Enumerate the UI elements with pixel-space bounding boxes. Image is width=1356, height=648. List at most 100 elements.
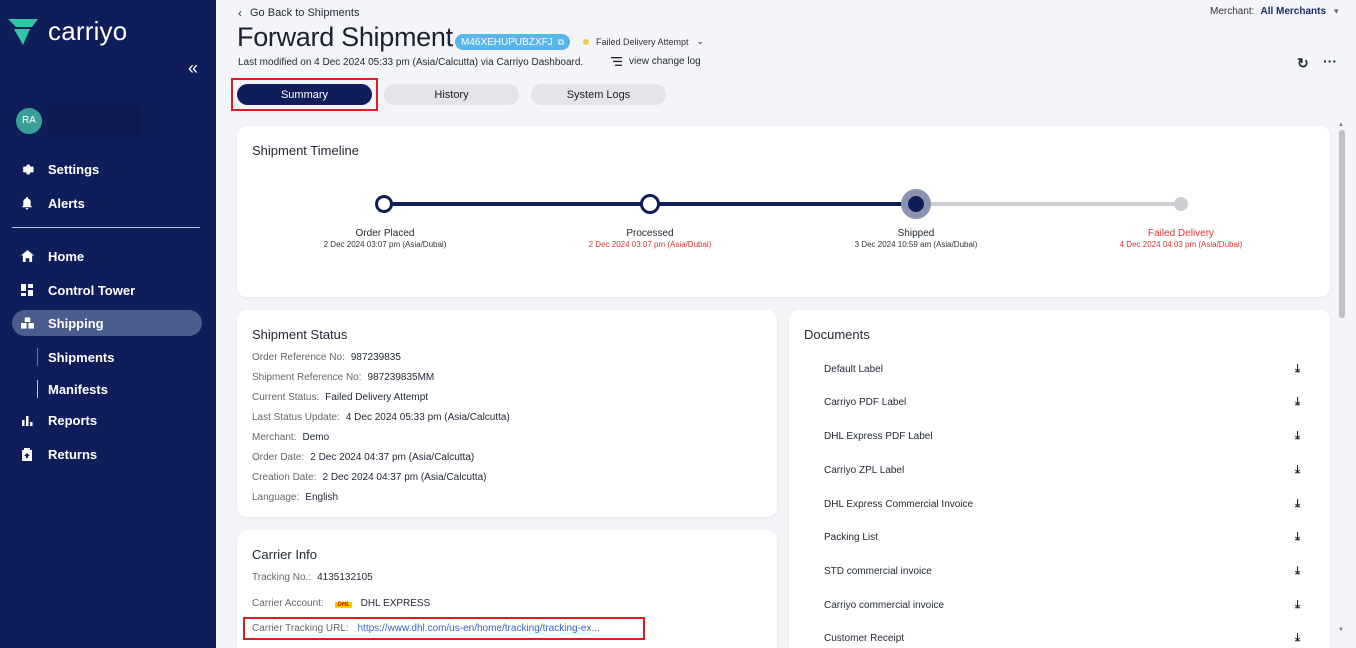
row-label: Language: <box>252 492 300 503</box>
view-change-log-link[interactable]: view change log <box>611 56 701 67</box>
row-label: Shipment Reference No: <box>252 372 362 383</box>
step-date: 2 Dec 2024 03:07 pm (Asia/Dubai) <box>588 240 712 249</box>
download-icon[interactable]: ⤓ <box>1295 632 1300 645</box>
caret-down-icon: ▾ <box>1334 6 1339 16</box>
sidebar-subitem-label: Manifests <box>48 381 108 397</box>
sidebar-subitem-shipments[interactable]: Shipments <box>37 348 114 366</box>
documents-card: Documents Default Label ⤓ Carriyo PDF Lab… <box>789 310 1330 648</box>
download-icon[interactable]: ⤓ <box>1295 599 1300 612</box>
document-item-std-commercial-invoice[interactable]: STD commercial invoice ⤓ <box>824 565 1300 578</box>
document-name: Customer Receipt <box>824 633 905 644</box>
timeline-track <box>375 189 1188 219</box>
sidebar-item-label: Reports <box>48 412 98 428</box>
sidebar-divider <box>12 227 200 228</box>
document-item-carriyo-pdf-label[interactable]: Carriyo PDF Label ⤓ <box>824 396 1300 409</box>
boxes-icon <box>20 316 34 330</box>
timeline-step-failed-delivery: Failed Delivery 4 Dec 2024 04:03 pm (Asi… <box>1081 228 1281 249</box>
sidebar-item-reports[interactable]: Reports <box>12 407 202 433</box>
shipment-status-title: Shipment Status <box>252 327 348 342</box>
sidebar-item-shipping[interactable]: Shipping <box>12 310 202 336</box>
download-icon[interactable]: ⤓ <box>1295 498 1300 511</box>
dhl-logo: DHL <box>335 602 352 608</box>
creation-date-row: Creation Date: 2 Dec 2024 04:37 pm (Asia/… <box>252 472 486 483</box>
document-item-carriyo-commercial-invoice[interactable]: Carriyo commercial invoice ⤓ <box>824 599 1300 612</box>
tracking-number-row: Tracking No.: 4135132105 <box>252 572 373 583</box>
step-name: Processed <box>626 228 674 239</box>
status-dropdown[interactable]: Failed Delivery Attempt ⌄ <box>583 36 704 47</box>
collapse-sidebar-icon[interactable]: « <box>188 58 198 79</box>
sidebar-item-label: Settings <box>48 161 100 177</box>
document-item-carriyo-zpl-label[interactable]: Carriyo ZPL Label ⤓ <box>824 464 1300 477</box>
sidebar-item-alerts[interactable]: Alerts <box>12 190 202 216</box>
sidebar-item-settings[interactable]: Settings <box>12 156 202 182</box>
document-item-customer-receipt[interactable]: Customer Receipt ⤓ <box>824 632 1300 645</box>
back-to-shipments-link[interactable]: ‹ Go Back to Shipments <box>238 6 359 20</box>
more-options-icon[interactable]: ··· <box>1323 53 1337 69</box>
shipment-id-badge[interactable]: M46XEHUPUBZXFJ ⧉ <box>455 34 571 50</box>
document-item-default-label[interactable]: Default Label ⤓ <box>824 363 1300 376</box>
sidebar-item-label: Home <box>48 248 85 264</box>
sidebar-subitem-manifests[interactable]: Manifests <box>37 380 108 398</box>
order-reference-row: Order Reference No: 987239835 <box>252 352 401 363</box>
refresh-icon[interactable]: ↻ <box>1297 55 1309 72</box>
sidebar-item-home[interactable]: Home <box>12 243 202 269</box>
row-value: 2 Dec 2024 04:37 pm (Asia/Calcutta) <box>322 472 487 483</box>
document-name: Default Label <box>824 364 883 375</box>
timeline-step-order-placed: Order Placed 2 Dec 2024 03:07 pm (Asia/D… <box>285 228 485 249</box>
row-label: Last Status Update: <box>252 412 340 423</box>
user-profile[interactable]: RA <box>16 105 141 136</box>
download-icon[interactable]: ⤓ <box>1295 396 1300 409</box>
carriyo-logo-icon <box>8 18 38 45</box>
download-icon[interactable]: ⤓ <box>1295 464 1300 477</box>
step-name: Order Placed <box>355 228 415 239</box>
timeline-step-processed: Processed 2 Dec 2024 03:07 pm (Asia/Duba… <box>550 228 750 249</box>
row-value: Demo <box>302 432 330 443</box>
sidebar-item-label: Control Tower <box>48 282 136 298</box>
document-item-dhl-express-pdf-label[interactable]: DHL Express PDF Label ⤓ <box>824 430 1300 443</box>
download-icon[interactable]: ⤓ <box>1295 363 1300 376</box>
last-status-update-row: Last Status Update: 4 Dec 2024 05:33 pm (… <box>252 412 510 423</box>
document-name: STD commercial invoice <box>824 566 932 577</box>
sidebar-subitem-label: Shipments <box>48 349 115 365</box>
gear-icon <box>20 162 34 176</box>
scroll-thumb[interactable] <box>1339 130 1345 318</box>
shipment-timeline-card: Shipment Timeline Order Placed 2 Dec 202… <box>237 126 1330 297</box>
row-value: 4135132105 <box>317 572 373 583</box>
download-icon[interactable]: ⤓ <box>1295 531 1300 544</box>
merchant-selector[interactable]: Merchant: All Merchants ▾ <box>1210 6 1339 17</box>
carriyo-logo[interactable]: carriyo <box>8 16 127 47</box>
shipment-reference-row: Shipment Reference No: 987239835MM <box>252 372 434 383</box>
timeline-node-failed-delivery <box>1174 197 1188 211</box>
download-icon[interactable]: ⤓ <box>1295 565 1300 578</box>
tab-system-logs[interactable]: System Logs <box>531 84 666 105</box>
sidebar-item-label: Alerts <box>48 195 85 211</box>
document-name: DHL Express PDF Label <box>824 431 933 442</box>
step-name: Shipped <box>897 228 935 239</box>
step-date: 2 Dec 2024 03:07 pm (Asia/Dubai) <box>323 240 447 249</box>
current-status-row: Current Status: Failed Delivery Attempt <box>252 392 428 403</box>
row-label: Order Reference No: <box>252 352 345 363</box>
timeline-step-shipped: Shipped 3 Dec 2024 10:59 am (Asia/Dubai) <box>816 228 1016 249</box>
document-name: Carriyo ZPL Label <box>824 465 905 476</box>
home-icon <box>20 249 34 263</box>
page-scrollbar[interactable]: ▲ ▼ <box>1337 122 1347 638</box>
page-title: Forward Shipment <box>237 22 453 52</box>
row-value: 987239835MM <box>367 372 435 383</box>
bell-icon <box>20 196 34 210</box>
row-value: 987239835 <box>350 352 401 363</box>
row-value: Failed Delivery Attempt <box>325 392 429 403</box>
chevron-down-icon: ⌄ <box>696 36 705 46</box>
scroll-up-arrow-icon[interactable]: ▲ <box>1338 122 1344 128</box>
sidebar-item-returns[interactable]: Returns <box>12 441 202 467</box>
scroll-down-arrow-icon[interactable]: ▼ <box>1338 627 1344 633</box>
document-item-dhl-commercial-invoice[interactable]: DHL Express Commercial Invoice ⤓ <box>824 498 1300 511</box>
document-item-packing-list[interactable]: Packing List ⤓ <box>824 531 1300 544</box>
tab-history[interactable]: History <box>384 84 519 105</box>
carrier-info-title: Carrier Info <box>252 547 318 562</box>
copy-icon[interactable]: ⧉ <box>558 37 564 48</box>
sidebar-item-control-tower[interactable]: Control Tower <box>12 277 202 303</box>
status-label: Failed Delivery Attempt <box>596 36 689 47</box>
merchant-value: All Merchants <box>1260 6 1327 17</box>
step-name: Failed Delivery <box>1147 228 1215 239</box>
download-icon[interactable]: ⤓ <box>1295 430 1300 443</box>
